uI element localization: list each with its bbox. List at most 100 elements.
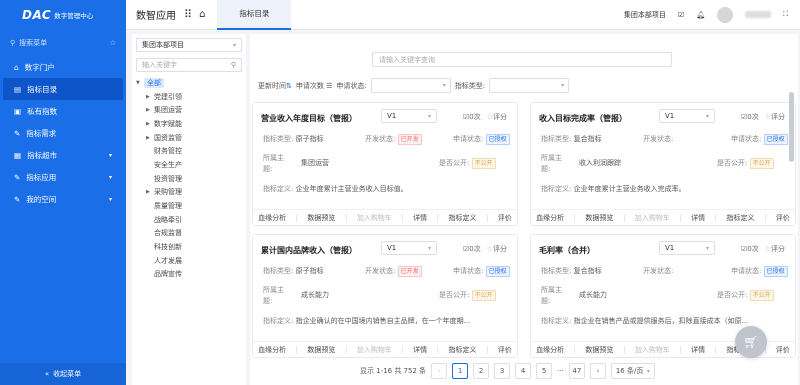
tree-node-root[interactable]: ▼ 全部 [132, 76, 246, 90]
add-to-cart-button[interactable]: 加入购物车 [635, 213, 670, 223]
review-button[interactable]: 评价 [498, 213, 512, 223]
menu-search[interactable]: ⚲ 搜索菜单 ☆ [0, 30, 126, 56]
details-button[interactable]: 详情 [691, 345, 705, 355]
rate-button[interactable]: ☆评分 [487, 112, 507, 122]
lineage-analysis-button[interactable]: 血缘分析 [536, 345, 564, 355]
indicator-definition-button[interactable]: 指标定义 [448, 345, 476, 355]
check-icon[interactable]: ☑ [678, 11, 684, 19]
tree-node[interactable]: ▶ 国资监管 [132, 131, 246, 145]
bell-icon[interactable]: 🔔︎ [696, 11, 705, 19]
tree-node[interactable]: ▶ 党建引领 [132, 90, 246, 104]
fullscreen-icon[interactable]: ⛶ [783, 10, 788, 19]
sort-apply-count[interactable]: 申请次数 ☰ [296, 81, 333, 91]
page-button[interactable]: 2 [473, 363, 490, 379]
next-page-button[interactable]: › [589, 363, 606, 379]
card-title[interactable]: 收入目标完成率（管报） [539, 113, 627, 124]
page-ellipsis[interactable]: ··· [557, 367, 564, 375]
tree-node[interactable]: 合规监督 [132, 227, 246, 241]
page-button[interactable]: 4 [515, 363, 532, 379]
version-select[interactable]: V1 ▾ [381, 241, 437, 255]
page-button[interactable]: 47 [568, 363, 585, 379]
apply-status-select[interactable]: ▾ [370, 78, 451, 93]
indicator-definition-button[interactable]: 指标定义 [448, 213, 476, 223]
search-icon[interactable]: ⚲ [231, 61, 236, 69]
card-meta: ☑0次 ☆评分 [463, 244, 507, 254]
add-to-cart-button[interactable]: 加入购物车 [357, 345, 392, 355]
sidebar-item-requirements[interactable]: ✎ 指标需求 [0, 122, 126, 144]
pin-icon[interactable]: ☆ [110, 39, 116, 47]
caret-right-icon[interactable]: ▶ [146, 94, 154, 100]
collapse-menu-button[interactable]: « 收起菜单 [0, 363, 126, 385]
lineage-analysis-button[interactable]: 血缘分析 [536, 213, 564, 223]
lineage-analysis-button[interactable]: 血缘分析 [258, 345, 286, 355]
tree-node[interactable]: 战略牵引 [132, 213, 246, 227]
page-button[interactable]: 3 [494, 363, 511, 379]
scrollbar[interactable] [789, 92, 794, 162]
caret-down-icon[interactable]: ▼ [136, 80, 144, 86]
details-button[interactable]: 详情 [691, 213, 705, 223]
prev-page-button[interactable]: ‹ [431, 363, 448, 379]
data-preview-button[interactable]: 数据预览 [307, 345, 335, 355]
indicator-card[interactable]: 营业收入年度目标（管报） V1 ▾ ☑0次 ☆评分 指标类型: 原子指标 开发状态… [252, 102, 518, 226]
sidebar-item-private-index[interactable]: ▣ 私有指数 [0, 100, 126, 122]
tree-node[interactable]: 科技创新 [132, 240, 246, 254]
tree-node[interactable]: ▶ 集团运营 [132, 103, 246, 117]
keyword-search-input[interactable]: 请输入关键字查询 [372, 52, 672, 67]
tab-indicator-catalog[interactable]: 指标目录 [217, 0, 292, 30]
lineage-analysis-button[interactable]: 血缘分析 [258, 213, 286, 223]
version-select[interactable]: V1 ▾ [381, 109, 437, 123]
page-button[interactable]: 1 [452, 363, 469, 379]
review-button[interactable]: 评价 [776, 213, 790, 223]
version-select[interactable]: V1 ▾ [659, 241, 715, 255]
add-to-cart-button[interactable]: 加入购物车 [357, 213, 392, 223]
project-selector[interactable]: 集团本部项目 [624, 10, 666, 20]
user-name[interactable] [745, 11, 772, 18]
project-select[interactable]: 集团本部项目 ▾ [136, 38, 242, 52]
review-button[interactable]: 评价 [498, 345, 512, 355]
tree-node[interactable]: ▶ 采购管理 [132, 186, 246, 200]
tree-node[interactable]: 安全生产 [132, 158, 246, 172]
field-label: 开发状态: [643, 135, 674, 143]
tree-node[interactable]: 品牌宣传 [132, 268, 246, 282]
sidebar-item-market[interactable]: ▦ 指标超市 ▾ [0, 144, 126, 166]
caret-right-icon[interactable]: ▶ [146, 107, 154, 113]
card-title[interactable]: 累计国内品牌收入（管报） [261, 245, 357, 256]
sidebar-item-applications[interactable]: ✎ 指标应用 ▾ [0, 166, 126, 188]
rate-button[interactable]: ☆评分 [765, 112, 785, 122]
tree-node[interactable]: 质量管理 [132, 199, 246, 213]
page-size-select[interactable]: 16 条/页 ▾ [610, 363, 655, 379]
app-grid-icon[interactable]: ⠿ [184, 8, 192, 21]
indicator-card[interactable]: 累计国内品牌收入（管报） V1 ▾ ☑0次 ☆评分 指标类型: 原子指标 开发状态… [252, 234, 518, 358]
sidebar-item-my-space[interactable]: ✎ 我的空间 ▾ [0, 188, 126, 210]
data-preview-button[interactable]: 数据预览 [307, 213, 335, 223]
avatar[interactable] [717, 6, 734, 23]
version-select[interactable]: V1 ▾ [659, 109, 715, 123]
add-to-cart-button[interactable]: 加入购物车 [635, 345, 670, 355]
caret-right-icon[interactable]: ▶ [146, 135, 154, 141]
card-title[interactable]: 营业收入年度目标（管报） [261, 113, 357, 124]
rate-button[interactable]: ☆评分 [487, 244, 507, 254]
card-title[interactable]: 毛利率（合并） [539, 245, 595, 256]
rate-button[interactable]: ☆评分 [765, 244, 785, 254]
sidebar-item-catalog[interactable]: ▤ 指标目录 [3, 78, 123, 100]
data-preview-button[interactable]: 数据预览 [585, 213, 613, 223]
details-button[interactable]: 详情 [413, 213, 427, 223]
tree-node[interactable]: 财务管控 [132, 144, 246, 158]
home-icon[interactable]: ⌂ [199, 9, 205, 20]
indicator-definition-button[interactable]: 指标定义 [726, 213, 754, 223]
shopping-cart-button[interactable]: 🛒︎ [735, 326, 767, 358]
caret-right-icon[interactable]: ▶ [146, 121, 154, 127]
tree-node[interactable]: ▶ 数字赋能 [132, 117, 246, 131]
review-button[interactable]: 评价 [776, 345, 790, 355]
details-button[interactable]: 详情 [413, 345, 427, 355]
indicator-type-select[interactable]: ▾ [489, 78, 570, 93]
sort-update-time[interactable]: 更新时间⇅ [258, 81, 292, 91]
tree-node[interactable]: 人才发展 [132, 254, 246, 268]
tree-search-input[interactable]: 输入关键字 ⚲ [136, 58, 242, 72]
page-button[interactable]: 5 [536, 363, 553, 379]
tree-node[interactable]: 投资管理 [132, 172, 246, 186]
data-preview-button[interactable]: 数据预览 [585, 345, 613, 355]
sidebar-item-portal[interactable]: ⌂ 数字门户 [0, 56, 126, 78]
caret-right-icon[interactable]: ▶ [146, 189, 154, 195]
indicator-card[interactable]: 收入目标完成率（管报） V1 ▾ ☑0次 ☆评分 指标类型: 复合指标 开发状态:… [530, 102, 796, 226]
